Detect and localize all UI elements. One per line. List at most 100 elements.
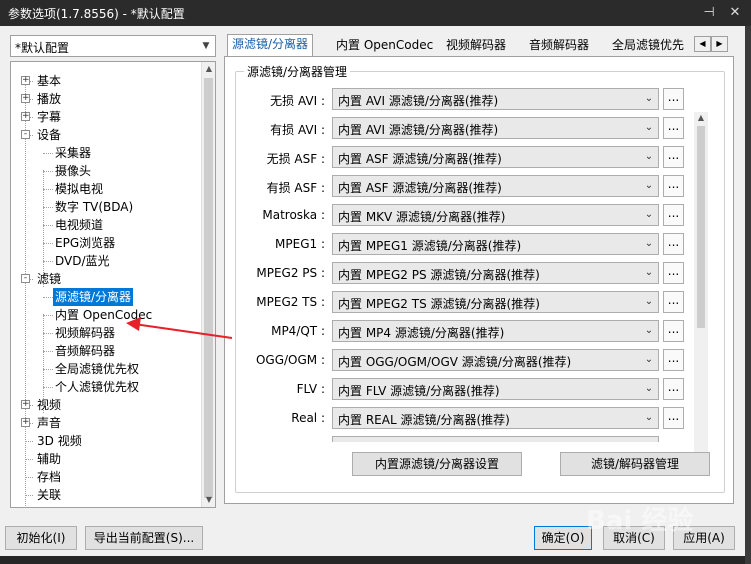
builtin-splitter-settings-button[interactable]: 内置源滤镜/分离器设置: [352, 452, 522, 476]
tree-item-label: 源滤镜/分离器: [53, 288, 134, 306]
more-options-button[interactable]: ...: [663, 233, 684, 255]
ok-button[interactable]: 确定(O): [534, 526, 592, 550]
chevron-down-icon[interactable]: ⌄: [642, 205, 656, 225]
splitter-select[interactable]: 内置 MKV 源滤镜/分离器(推荐) ⌄: [332, 204, 659, 226]
tree-item-label: 数字 TV(BDA): [55, 200, 134, 214]
chevron-down-icon[interactable]: ⌄: [642, 147, 656, 167]
more-options-button[interactable]: ...: [663, 349, 684, 371]
tab-global-filter-priority[interactable]: 全局滤镜优先: [608, 36, 688, 56]
tree-scroll-thumb[interactable]: [204, 78, 213, 498]
chevron-down-icon[interactable]: ⌄: [642, 89, 656, 109]
chevron-down-icon[interactable]: ⌄: [642, 379, 656, 399]
splitter-select-partial[interactable]: [332, 436, 659, 442]
chevron-down-icon[interactable]: ⌄: [642, 263, 656, 283]
tree-item-label: 字幕: [37, 110, 62, 124]
collapse-icon[interactable]: -: [21, 274, 30, 283]
profile-select[interactable]: *默认配置 ▼: [10, 35, 216, 57]
chevron-right-icon[interactable]: ▶: [711, 36, 728, 52]
expand-icon[interactable]: +: [21, 400, 30, 409]
more-options-button[interactable]: ...: [663, 117, 684, 139]
format-label: 有损 AVI :: [270, 123, 325, 137]
splitter-select-value: 内置 REAL 源滤镜/分离器(推荐): [338, 413, 510, 427]
chevron-down-icon[interactable]: ⌄: [642, 350, 656, 370]
tab-audio-decoder[interactable]: 音频解码器: [525, 36, 593, 56]
splitter-select-value: 内置 ASF 源滤镜/分离器(推荐): [338, 152, 502, 166]
tab-builtin-opencodec[interactable]: 内置 OpenCodec: [332, 36, 437, 56]
more-options-button[interactable]: ...: [663, 378, 684, 400]
collapse-icon[interactable]: -: [21, 130, 30, 139]
chevron-down-icon[interactable]: ⌄: [642, 234, 656, 254]
more-options-button[interactable]: ...: [663, 291, 684, 313]
format-label: FLV :: [296, 382, 325, 396]
expand-icon[interactable]: +: [21, 112, 30, 121]
list-scroll-thumb[interactable]: [697, 126, 705, 328]
chevron-down-icon[interactable]: ▼: [197, 36, 215, 56]
splitter-select[interactable]: 内置 AVI 源滤镜/分离器(推荐) ⌄: [332, 117, 659, 139]
tab-source-filter[interactable]: 源滤镜/分离器: [227, 34, 314, 57]
chevron-down-icon[interactable]: ⌄: [642, 176, 656, 196]
scroll-up-icon[interactable]: ▲: [202, 62, 215, 76]
more-options-button[interactable]: ...: [663, 262, 684, 284]
tree-item-label: 音频解码器: [55, 344, 116, 358]
chevron-down-icon[interactable]: ⌄: [642, 408, 656, 428]
background-taskbar-strip: [0, 556, 745, 564]
splitter-select-value: 内置 MPEG1 源滤镜/分离器(推荐): [338, 239, 522, 253]
initialize-button[interactable]: 初始化(I): [5, 526, 77, 550]
format-label: Real :: [291, 411, 325, 425]
more-options-button[interactable]: ...: [663, 146, 684, 168]
tree-item-label: 存档: [37, 470, 62, 484]
tree-item-label: 配置: [35, 504, 63, 507]
window-title: 参数选项(1.7.8556) - *默认配置: [8, 7, 185, 21]
group-title: 源滤镜/分离器管理: [244, 63, 351, 80]
profile-select-value: *默认配置: [15, 41, 70, 55]
tab-video-decoder[interactable]: 视频解码器: [442, 36, 510, 56]
scroll-up-icon[interactable]: ▲: [694, 112, 708, 124]
tree-item-label: 滤镜: [37, 272, 62, 286]
splitter-select[interactable]: 内置 MPEG1 源滤镜/分离器(推荐) ⌄: [332, 233, 659, 255]
title-bar: 参数选项(1.7.8556) - *默认配置 ⊣ ✕: [0, 0, 751, 26]
tree-scrollbar[interactable]: ▲ ▼: [201, 62, 215, 507]
scroll-down-icon[interactable]: ▼: [202, 493, 215, 507]
more-options-button[interactable]: ...: [663, 320, 684, 342]
splitter-select-value: 内置 MPEG2 TS 源滤镜/分离器(推荐): [338, 297, 540, 311]
splitter-select[interactable]: 内置 FLV 源滤镜/分离器(推荐) ⌄: [332, 378, 659, 400]
chevron-left-icon[interactable]: ◀: [694, 36, 711, 52]
splitter-select[interactable]: 内置 ASF 源滤镜/分离器(推荐) ⌄: [332, 146, 659, 168]
tab-strip: 源滤镜/分离器 内置 OpenCodec 视频解码器 音频解码器 全局滤镜优先: [224, 34, 734, 57]
splitter-select[interactable]: 内置 MPEG2 PS 源滤镜/分离器(推荐) ⌄: [332, 262, 659, 284]
splitter-select[interactable]: 内置 MP4 源滤镜/分离器(推荐) ⌄: [332, 320, 659, 342]
expand-icon[interactable]: +: [21, 418, 30, 427]
more-options-button[interactable]: ...: [663, 88, 684, 110]
tree-item-label: 声音: [37, 416, 62, 430]
splitter-select[interactable]: 内置 AVI 源滤镜/分离器(推荐) ⌄: [332, 88, 659, 110]
format-label: Matroska :: [262, 208, 325, 222]
expand-icon[interactable]: +: [21, 76, 30, 85]
background-window-edge: [745, 26, 751, 564]
splitter-select[interactable]: 内置 REAL 源滤镜/分离器(推荐) ⌄: [332, 407, 659, 429]
tree-item-label: 内置 OpenCodec: [55, 308, 153, 322]
apply-button[interactable]: 应用(A): [673, 526, 735, 550]
more-options-button[interactable]: ...: [663, 175, 684, 197]
format-label: MPEG1 :: [275, 237, 325, 251]
tree-item-label: 播放: [37, 92, 62, 106]
tree-item-label: 关联: [37, 488, 62, 502]
pin-icon[interactable]: ⊣: [700, 3, 718, 23]
splitter-select[interactable]: 内置 OGG/OGM/OGV 源滤镜/分离器(推荐) ⌄: [332, 349, 659, 371]
list-scrollbar[interactable]: ▲ ▼: [694, 112, 708, 464]
close-icon[interactable]: ✕: [726, 3, 744, 23]
chevron-down-icon[interactable]: ⌄: [642, 321, 656, 341]
chevron-down-icon[interactable]: ⌄: [642, 118, 656, 138]
export-config-button[interactable]: 导出当前配置(S)...: [85, 526, 203, 550]
expand-icon[interactable]: +: [21, 94, 30, 103]
settings-tree: + 基本 + 播放 + 字幕 - 设备 采集器 摄像头 模拟电视 数字 TV(BDA) 电视频道 EPG浏…: [10, 61, 216, 508]
splitter-select[interactable]: 内置 ASF 源滤镜/分离器(推荐) ⌄: [332, 175, 659, 197]
format-label: 无损 AVI :: [270, 94, 325, 108]
chevron-down-icon[interactable]: ⌄: [642, 292, 656, 312]
more-options-button[interactable]: ...: [663, 204, 684, 226]
tree-item-label: DVD/蓝光: [55, 254, 110, 268]
more-options-button[interactable]: ...: [663, 407, 684, 429]
splitter-select[interactable]: 内置 MPEG2 TS 源滤镜/分离器(推荐) ⌄: [332, 291, 659, 313]
filter-decoder-manager-button[interactable]: 滤镜/解码器管理: [560, 452, 710, 476]
cancel-button[interactable]: 取消(C): [603, 526, 665, 550]
format-label: 无损 ASF :: [266, 152, 325, 166]
